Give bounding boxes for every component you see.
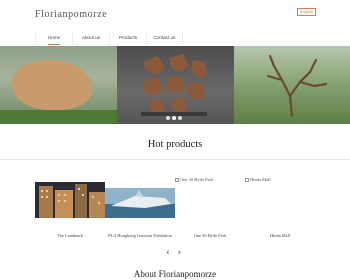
product-caption[interactable]: One 30 Hyde Park — [175, 233, 245, 238]
banner-slide-metal-sculpture — [117, 46, 234, 124]
product-image-one-30-hyde-park[interactable]: One 30 Hyde Park — [175, 177, 245, 187]
product-card-one-30-hyde-park[interactable]: One 30 Hyde Park One 30 Hyde Park — [175, 174, 245, 246]
chevron-right-icon[interactable]: › — [178, 249, 182, 258]
broken-image-alt-text: Hinda Mall — [250, 177, 271, 182]
section-divider — [0, 159, 350, 160]
main-nav: Home About us Products Contact us — [35, 31, 183, 45]
hot-products-carousel: The Landmark PLA Hongkong Garrison Exhib… — [35, 174, 315, 246]
product-image-the-landmark[interactable] — [35, 182, 105, 218]
building-night-photo — [35, 182, 105, 218]
grass-shape — [0, 110, 117, 124]
lattice-sculpture-graphic — [141, 54, 207, 116]
banner-slide-driftwood — [234, 46, 350, 124]
banner-dot-1[interactable] — [166, 116, 170, 120]
nav-item-home[interactable]: Home — [35, 31, 72, 45]
carousel-controls: ‹ › — [166, 249, 181, 258]
broken-image-alt-text: One 30 Hyde Park — [180, 177, 214, 182]
product-card-hinda-mall[interactable]: Hinda Mall Hinda Mall — [245, 174, 315, 246]
waterfront-photo — [105, 188, 175, 218]
chevron-left-icon[interactable]: ‹ — [166, 249, 170, 258]
hot-products-title: Hot products — [147, 139, 203, 150]
banner-dot-2[interactable] — [172, 116, 176, 120]
product-card-pla-garrison[interactable]: PLA Hongkong Garrison Exhibition — [105, 174, 175, 246]
wood-stump-shape — [12, 60, 92, 110]
nav-item-about-us[interactable]: About us — [72, 31, 109, 45]
banner-dot-3[interactable] — [178, 116, 182, 120]
language-button[interactable]: English — [297, 8, 316, 16]
banner-pagination — [166, 116, 182, 120]
product-caption[interactable]: PLA Hongkong Garrison Exhibition — [105, 233, 175, 238]
broken-image-icon — [245, 177, 249, 182]
nav-item-contact-us[interactable]: Contact us — [146, 31, 183, 45]
product-caption[interactable]: The Landmark — [35, 233, 105, 238]
about-section-title: About Florianpomorze — [133, 269, 217, 279]
banner-slide-wood-sculpture — [0, 46, 117, 124]
product-card-the-landmark[interactable]: The Landmark — [35, 174, 105, 246]
site-header: Florianpomorze English — [0, 0, 350, 30]
product-caption[interactable]: Hinda Mall — [245, 233, 315, 238]
hero-banner[interactable] — [0, 46, 350, 124]
driftwood-graphic — [266, 54, 328, 118]
product-image-pla-garrison[interactable] — [105, 188, 175, 218]
product-image-hinda-mall[interactable]: Hinda Mall — [245, 177, 315, 187]
broken-image-icon — [175, 177, 179, 182]
site-logo[interactable]: Florianpomorze — [35, 9, 107, 20]
nav-item-products[interactable]: Products — [109, 31, 146, 45]
